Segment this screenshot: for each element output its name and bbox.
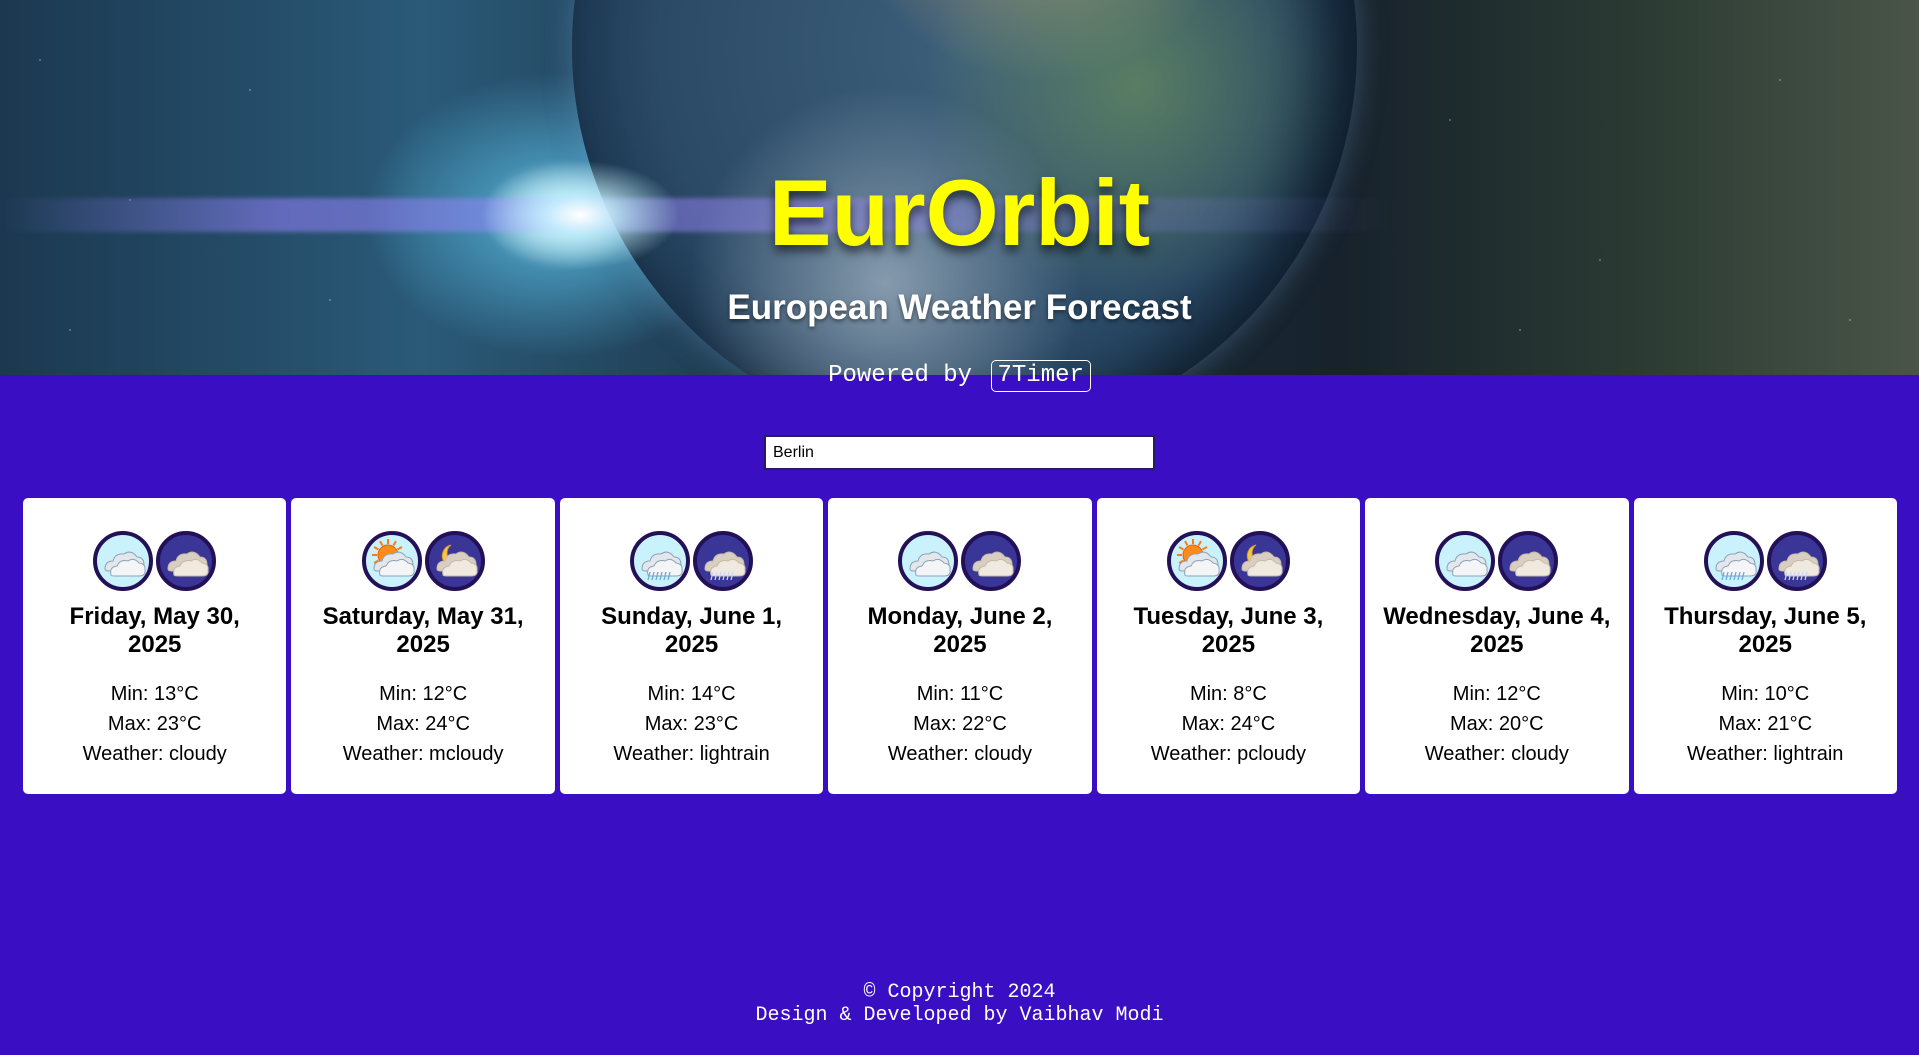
app-title: EurOrbit bbox=[768, 160, 1151, 265]
weather-condition: Weather: cloudy bbox=[1424, 743, 1569, 765]
light-rain-day-icon bbox=[1703, 531, 1764, 591]
weather-icons bbox=[291, 531, 554, 591]
forecast-stats: Min: 12°C Max: 24°C Weather: mcloudy bbox=[291, 679, 554, 769]
partly-cloudy-day-icon bbox=[1166, 531, 1227, 591]
forecast-stats: Min: 13°C Max: 23°C Weather: cloudy bbox=[23, 679, 286, 769]
footer: © Copyright 2024 Design & Developed by V… bbox=[0, 981, 1919, 1027]
weather-condition: Weather: lightrain bbox=[1687, 743, 1844, 765]
forecast-date: Wednesday, June 4, 2025 bbox=[1383, 603, 1611, 658]
light-rain-night-icon bbox=[1766, 531, 1827, 591]
forecast-date: Saturday, May 31, 2025 bbox=[322, 603, 524, 658]
forecast-card: Tuesday, June 3, 2025 Min: 8°C Max: 24°C… bbox=[1096, 498, 1361, 794]
forecast-card: Saturday, May 31, 2025 Min: 12°C Max: 24… bbox=[291, 498, 555, 794]
forecast-stats: Min: 8°C Max: 24°C Weather: pcloudy bbox=[1097, 679, 1360, 769]
partly-cloudy-night-icon bbox=[1229, 531, 1290, 591]
city-search-input[interactable] bbox=[764, 435, 1155, 470]
max-temperature: Max: 24°C bbox=[376, 713, 470, 735]
cloudy-day-icon bbox=[1435, 531, 1496, 591]
light-rain-day-icon bbox=[630, 531, 691, 591]
weather-icons bbox=[1634, 531, 1897, 591]
hero-banner: EurOrbit European Weather Forecast bbox=[0, 0, 1919, 375]
credit-text: Design & Developed by Vaibhav Modi bbox=[755, 1004, 1164, 1027]
forecast-date: Tuesday, June 3, 2025 bbox=[1133, 603, 1324, 658]
max-temperature: Max: 24°C bbox=[1181, 713, 1276, 735]
weather-condition: Weather: cloudy bbox=[82, 743, 227, 765]
forecast-stats: Min: 11°C Max: 22°C Weather: cloudy bbox=[828, 679, 1091, 769]
powered-by-text: Powered by bbox=[828, 362, 973, 389]
max-temperature: Max: 23°C bbox=[107, 713, 202, 735]
cloudy-day-icon bbox=[93, 531, 154, 591]
max-temperature: Max: 23°C bbox=[644, 713, 739, 735]
forecast-stats: Min: 14°C Max: 23°C Weather: lightrain bbox=[560, 679, 823, 769]
weather-icons bbox=[1097, 531, 1360, 591]
forecast-card: Thursday, June 5, 2025 Min: 10°C Max: 21… bbox=[1633, 498, 1897, 794]
weather-condition: Weather: cloudy bbox=[887, 743, 1033, 765]
weather-icons bbox=[1365, 531, 1628, 591]
forecast-date: Thursday, June 5, 2025 bbox=[1664, 603, 1867, 658]
cloudy-day-icon bbox=[898, 531, 959, 591]
forecast-date: Sunday, June 1, 2025 bbox=[601, 603, 783, 658]
max-temperature: Max: 22°C bbox=[913, 713, 1007, 735]
cloudy-night-icon bbox=[961, 531, 1022, 591]
forecast-card: Friday, May 30, 2025 Min: 13°C Max: 23°C… bbox=[23, 498, 287, 794]
min-temperature: Min: 13°C bbox=[110, 683, 199, 705]
forecast-card: Monday, June 2, 2025 Min: 11°C Max: 22°C… bbox=[828, 498, 1092, 794]
min-temperature: Min: 14°C bbox=[647, 683, 736, 705]
min-temperature: Min: 11°C bbox=[916, 683, 1004, 705]
cloudy-night-icon bbox=[156, 531, 217, 591]
weather-condition: Weather: mcloudy bbox=[342, 743, 504, 765]
forecast-cards: Friday, May 30, 2025 Min: 13°C Max: 23°C… bbox=[23, 498, 1897, 794]
powered-by: Powered by 7Timer bbox=[0, 358, 1919, 394]
copyright-text: © Copyright 2024 bbox=[863, 981, 1056, 1004]
weather-icons bbox=[23, 531, 286, 591]
min-temperature: Min: 10°C bbox=[1721, 683, 1810, 705]
mostly-cloudy-night-icon bbox=[424, 531, 485, 591]
powered-by-7timer-link[interactable]: 7Timer bbox=[990, 360, 1091, 392]
cloudy-night-icon bbox=[1498, 531, 1559, 591]
min-temperature: Min: 12°C bbox=[1452, 683, 1541, 705]
max-temperature: Max: 20°C bbox=[1450, 713, 1544, 735]
mostly-cloudy-day-icon bbox=[361, 531, 422, 591]
weather-icons bbox=[560, 531, 823, 591]
weather-condition: Weather: lightrain bbox=[613, 743, 770, 765]
forecast-date: Friday, May 30, 2025 bbox=[69, 603, 240, 658]
min-temperature: Min: 8°C bbox=[1189, 683, 1267, 705]
forecast-stats: Min: 12°C Max: 20°C Weather: cloudy bbox=[1365, 679, 1628, 769]
forecast-card: Wednesday, June 4, 2025 Min: 12°C Max: 2… bbox=[1365, 498, 1629, 794]
weather-condition: Weather: pcloudy bbox=[1150, 743, 1307, 765]
forecast-card: Sunday, June 1, 2025 Min: 14°C Max: 23°C… bbox=[559, 498, 824, 794]
min-temperature: Min: 12°C bbox=[379, 683, 468, 705]
app-subtitle: European Weather Forecast bbox=[727, 288, 1192, 327]
weather-icons bbox=[828, 531, 1091, 591]
forecast-stats: Min: 10°C Max: 21°C Weather: lightrain bbox=[1634, 679, 1897, 769]
max-temperature: Max: 21°C bbox=[1718, 713, 1813, 735]
light-rain-night-icon bbox=[693, 531, 754, 591]
forecast-date: Monday, June 2, 2025 bbox=[867, 603, 1053, 658]
